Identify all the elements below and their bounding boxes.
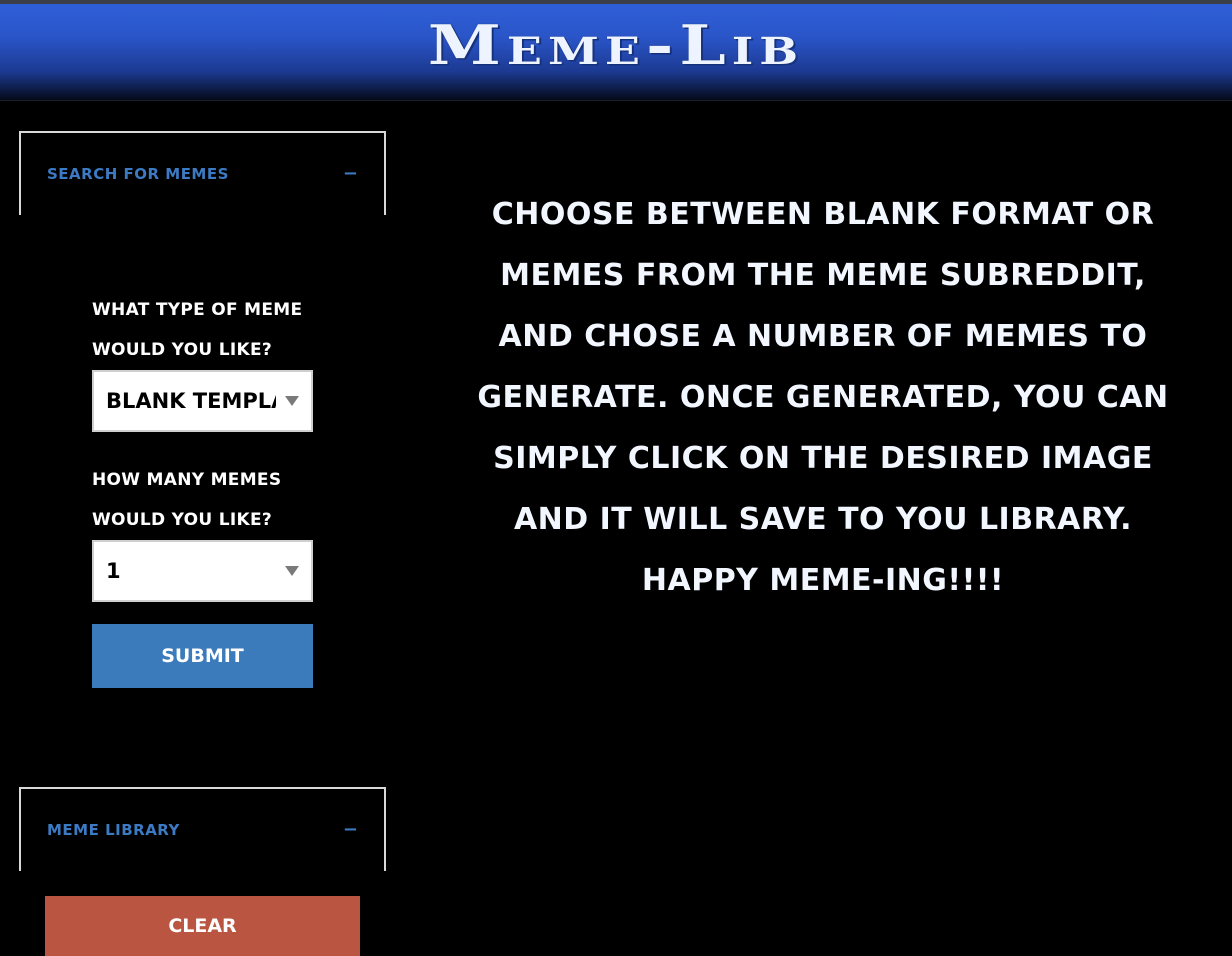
library-panel-header[interactable]: Meme Library − <box>21 789 384 871</box>
meme-count-select[interactable]: 1 <box>92 540 313 602</box>
search-form: What type of meme would you like? Blank … <box>92 290 314 602</box>
site-title: Meme-Lib <box>427 13 805 77</box>
library-panel-title: Meme Library <box>47 821 180 839</box>
meme-count-label: How many memes would you like? <box>92 470 282 530</box>
collapse-icon[interactable]: − <box>343 821 358 839</box>
collapse-icon[interactable]: − <box>343 165 358 183</box>
search-panel: Search for memes − <box>19 131 386 215</box>
submit-button[interactable]: Submit <box>92 624 313 688</box>
meme-count-select-value: 1 <box>106 559 121 583</box>
meme-type-label: What type of meme would you like? <box>92 300 303 360</box>
instructions-text: Choose between blank format or memes fro… <box>477 197 1169 598</box>
library-panel: Meme Library − <box>19 787 386 871</box>
clear-button[interactable]: Clear <box>45 896 360 956</box>
meme-type-select-value: Blank Template <box>106 389 276 413</box>
meme-type-select[interactable]: Blank Template <box>92 370 313 432</box>
search-panel-header[interactable]: Search for memes − <box>21 133 384 215</box>
search-panel-title: Search for memes <box>47 165 229 183</box>
header-divider <box>0 100 1232 101</box>
site-header: Meme-Lib <box>0 4 1232 100</box>
dropdown-caret-icon <box>285 396 299 406</box>
dropdown-caret-icon <box>285 566 299 576</box>
